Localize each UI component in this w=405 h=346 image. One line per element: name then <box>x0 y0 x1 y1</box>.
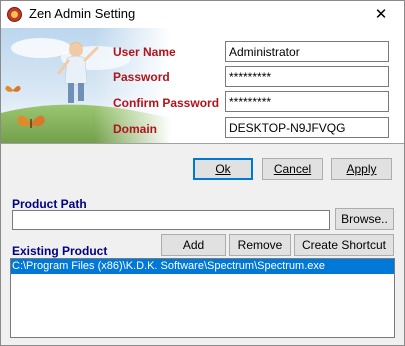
window-title: Zen Admin Setting <box>29 6 136 21</box>
separator <box>1 143 404 144</box>
product-path-label: Product Path <box>12 197 87 211</box>
confirm-password-field[interactable] <box>225 91 389 112</box>
remove-button[interactable]: Remove <box>229 234 291 256</box>
confirm-password-label: Confirm Password <box>113 96 220 110</box>
cancel-button[interactable]: Cancel <box>262 158 323 180</box>
credentials-panel: User Name Password Confirm Password Doma… <box>1 28 404 143</box>
close-icon[interactable]: ✕ <box>358 1 404 28</box>
browse-button[interactable]: Browse.. <box>335 208 394 230</box>
ok-button[interactable]: Ok <box>193 158 253 180</box>
product-path-input[interactable] <box>12 210 330 230</box>
title-bar[interactable]: Zen Admin Setting ✕ <box>1 1 404 28</box>
existing-product-label: Existing Product <box>12 244 108 258</box>
zen-admin-window: Zen Admin Setting ✕ User Name Administra… <box>0 0 405 346</box>
add-button[interactable]: Add <box>161 234 226 256</box>
list-item[interactable]: C:\Program Files (x86)\K.D.K. Software\S… <box>11 259 394 274</box>
username-field[interactable] <box>225 41 389 62</box>
create-shortcut-button[interactable]: Create Shortcut <box>294 234 394 256</box>
apply-button-label: Apply <box>346 162 377 176</box>
apply-button[interactable]: Apply <box>331 158 392 180</box>
existing-product-list[interactable]: C:\Program Files (x86)\K.D.K. Software\S… <box>10 258 395 338</box>
ok-button-label: Ok <box>215 162 231 176</box>
password-field[interactable] <box>225 66 389 87</box>
cancel-button-label: Cancel <box>273 162 312 176</box>
app-icon <box>7 7 22 22</box>
domain-label: Domain <box>113 122 158 136</box>
password-label: Password <box>113 70 170 84</box>
domain-field[interactable] <box>225 117 389 138</box>
username-label: User Name <box>113 45 176 59</box>
